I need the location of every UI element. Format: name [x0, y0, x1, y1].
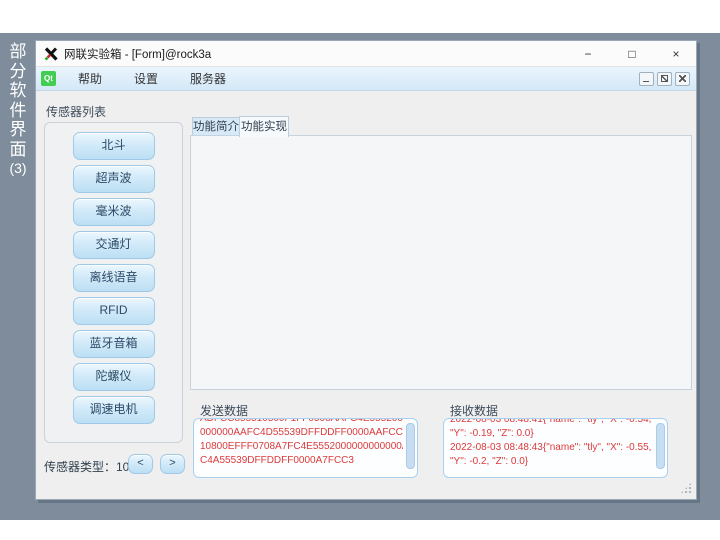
sensor-button-ultrasonic[interactable]: 超声波 [73, 165, 155, 193]
sensor-button-bluetooth-speaker[interactable]: 蓝牙音箱 [73, 330, 155, 358]
caption-char: 软 [5, 81, 31, 101]
mdi-window-controls [636, 72, 696, 86]
caption-char: 面 [5, 140, 31, 160]
qt-logo-icon: Qt [41, 71, 56, 86]
page-root: 部 分 软 件 界 面 (3) 网联实验箱 - [Form]@rock3a − … [0, 0, 720, 540]
title-bar: 网联实验箱 - [Form]@rock3a − □ × [36, 41, 696, 67]
mdi-restore-button[interactable] [657, 72, 672, 86]
window-title: 网联实验箱 - [Form]@rock3a [64, 46, 211, 62]
receive-data-textarea[interactable]: 2022-08-03 08:48:41{"name": "tly", "X": … [443, 418, 668, 478]
caption-char: 部 [5, 42, 31, 62]
receive-data-scrollbar[interactable] [656, 423, 665, 469]
receive-data-line: 2022-08-03 08:48:41{"name": "tly", "X": … [450, 418, 653, 427]
send-data-textarea[interactable]: ADFCC855510500F1FF0508AAFC4E5552000000 0… [193, 418, 418, 478]
resize-grip[interactable] [680, 482, 692, 494]
sensor-list-panel: 北斗 超声波 毫米波 交通灯 离线语音 RFID 蓝牙音箱 陀螺仪 调速电机 [44, 122, 183, 443]
sensor-button-traffic-light[interactable]: 交通灯 [73, 231, 155, 259]
send-data-line: ADFCC855510500F1FF0508AAFC4E5552000000 [200, 418, 403, 426]
bottom-strip [0, 520, 720, 540]
tab-content-panel [190, 135, 692, 390]
send-data-title: 发送数据 [200, 402, 248, 419]
caption-char: 界 [5, 120, 31, 140]
caption-char: 件 [5, 101, 31, 121]
send-data-line: 000000AAFC4D55539DFFDDFF0000AAFCC6555 [200, 426, 403, 440]
menu-settings[interactable]: 设置 [122, 70, 170, 87]
sensor-button-beidou[interactable]: 北斗 [73, 132, 155, 160]
sensor-page-prev-button[interactable]: < [128, 454, 153, 474]
receive-data-title: 接收数据 [450, 402, 498, 419]
restore-icon [661, 75, 668, 82]
page-caption: 部 分 软 件 界 面 (3) [5, 42, 31, 177]
receive-data-line: 2022-08-03 08:48:43{"name": "tly", "X": … [450, 441, 653, 455]
maximize-button[interactable]: □ [622, 47, 642, 61]
sensor-button-gyroscope[interactable]: 陀螺仪 [73, 363, 155, 391]
receive-data-line: "Y": -0.2, "Z": 0.0} [450, 455, 653, 469]
menu-help[interactable]: 帮助 [66, 70, 114, 87]
menu-server[interactable]: 服务器 [178, 70, 238, 87]
sensor-button-offline-voice[interactable]: 离线语音 [73, 264, 155, 292]
menu-bar: Qt 帮助 设置 服务器 [36, 67, 696, 91]
sensor-button-speed-motor[interactable]: 调速电机 [73, 396, 155, 424]
send-data-line: C4A55539DFFDDFF0000A7FCC3 [200, 454, 403, 468]
send-data-line: 10800EFFF0708A7FC4E5552000000000000A7F [200, 440, 403, 454]
close-icon [679, 75, 686, 82]
app-logo-x-icon [44, 47, 58, 61]
window-controls: − □ × [554, 47, 696, 61]
caption-char: 分 [5, 62, 31, 82]
tab-function-intro[interactable]: 功能简介 [192, 117, 240, 137]
app-window: 网联实验箱 - [Form]@rock3a − □ × Qt 帮助 设置 服务器… [35, 40, 697, 500]
sensor-page-next-button[interactable]: > [160, 454, 185, 474]
sensor-button-mmwave[interactable]: 毫米波 [73, 198, 155, 226]
caption-char: (3) [5, 159, 31, 177]
sensor-button-rfid[interactable]: RFID [73, 297, 155, 325]
mdi-close-button[interactable] [675, 72, 690, 86]
tab-function-impl[interactable]: 功能实现 [239, 116, 289, 137]
sensor-list-title: 传感器列表 [46, 103, 106, 120]
mdi-minimize-button[interactable] [639, 72, 654, 86]
sensor-type-count: 传感器类型：10个 [44, 458, 141, 475]
minimize-button[interactable]: − [578, 47, 598, 61]
minimize-icon [643, 81, 649, 83]
receive-data-line: "Y": -0.19, "Z": 0.0} [450, 427, 653, 441]
send-data-scrollbar[interactable] [406, 423, 415, 469]
close-button[interactable]: × [666, 47, 686, 61]
